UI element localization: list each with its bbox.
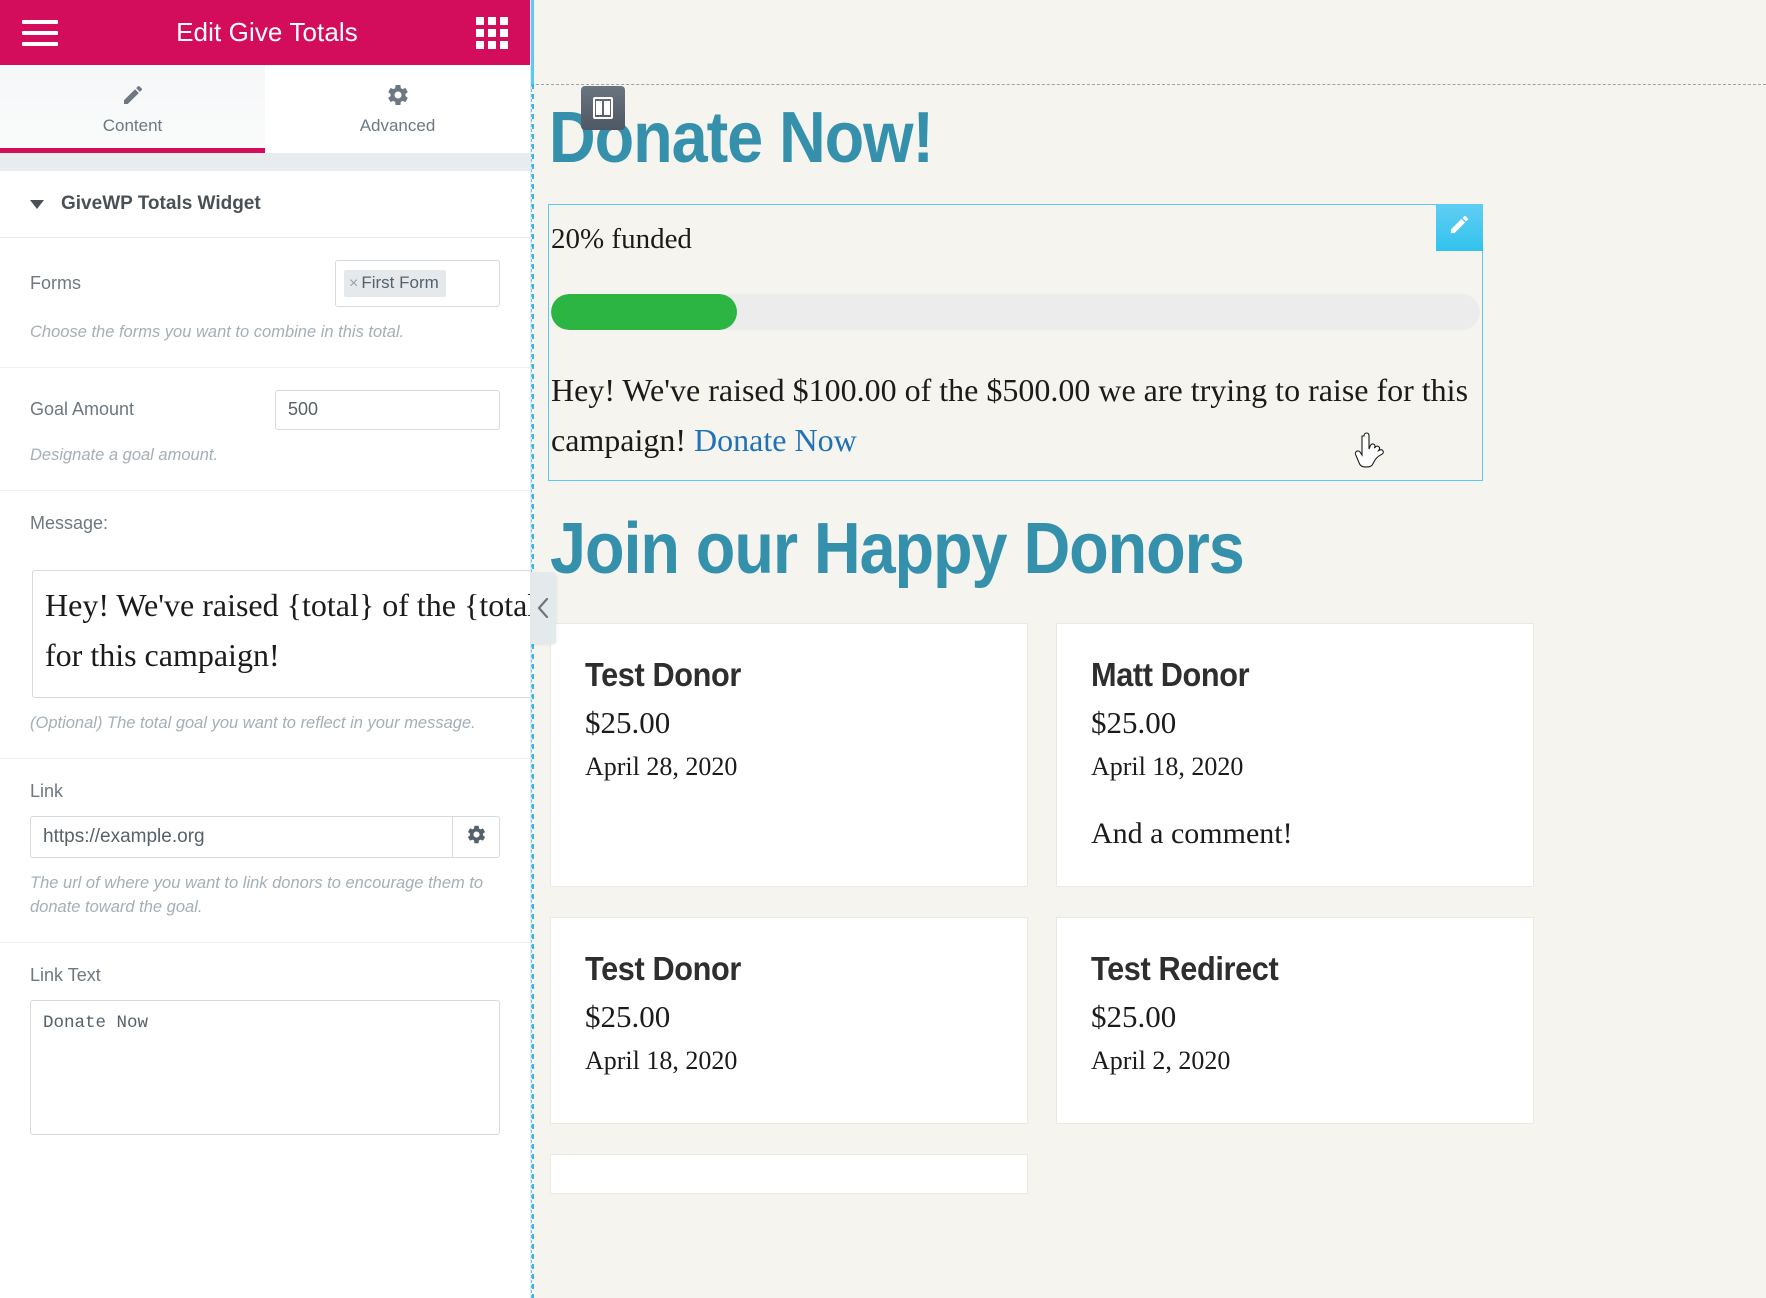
donor-date: April 28, 2020 xyxy=(585,752,738,782)
goal-amount-label: Goal Amount xyxy=(30,399,135,420)
panel-body: GiveWP Totals Widget Forms × First Form C… xyxy=(0,171,530,1298)
donate-now-link[interactable]: Donate Now xyxy=(694,422,857,458)
link-options-button[interactable] xyxy=(452,815,500,858)
goal-amount-input[interactable] xyxy=(275,389,500,430)
donor-comment: And a comment! xyxy=(1091,817,1293,851)
tab-advanced[interactable]: Advanced xyxy=(265,65,530,153)
totals-message: Hey! We've raised $100.00 of the $500.00… xyxy=(551,366,1476,466)
donor-date: April 18, 2020 xyxy=(1091,752,1244,782)
donor-card: Test Redirect $25.00 April 2, 2020 xyxy=(1056,917,1534,1125)
donor-amount: $25.00 xyxy=(585,999,671,1035)
remove-token-icon[interactable]: × xyxy=(349,275,358,292)
goal-amount-description: Designate a goal amount. xyxy=(30,445,219,464)
givewp-totals-widget[interactable]: 20% funded Hey! We've raised $100.00 of … xyxy=(548,203,1483,482)
donor-amount: $25.00 xyxy=(1091,704,1177,740)
section-left-indicator xyxy=(531,0,534,84)
section-drag-handle[interactable] xyxy=(581,86,625,130)
control-forms: Forms × First Form Choose the forms you w… xyxy=(0,238,530,368)
totals-message-text: Hey! We've raised $100.00 of the $500.00… xyxy=(551,372,1469,459)
control-message: Message: (Optional) The total goal you w… xyxy=(0,491,530,759)
panel-header: Edit Give Totals xyxy=(0,0,530,65)
donor-amount: $25.00 xyxy=(585,704,671,740)
pencil-edit-icon xyxy=(1448,213,1471,241)
forms-description: Choose the forms you want to combine in … xyxy=(30,323,405,341)
donor-card-partial xyxy=(550,1154,1028,1195)
section-header-givewp-totals-widget[interactable]: GiveWP Totals Widget xyxy=(0,171,530,238)
control-goal-amount: Goal Amount Designate a goal amount. xyxy=(0,368,530,491)
hamburger-icon[interactable] xyxy=(22,19,58,46)
page-content: Donate Now! 20% funded Hey! We've raised… xyxy=(548,84,1766,1298)
grid-apps-icon[interactable] xyxy=(475,16,508,49)
tab-content-label: Content xyxy=(102,115,163,135)
page-title: Donate Now! xyxy=(548,98,934,178)
donor-name: Matt Donor xyxy=(1091,655,1250,693)
donor-date: April 18, 2020 xyxy=(585,1046,738,1076)
forms-token-label: First Form xyxy=(361,273,439,292)
donors-heading: Join our Happy Donors xyxy=(550,509,1245,590)
link-label: Link xyxy=(30,780,64,801)
tab-content[interactable]: Content xyxy=(0,65,265,153)
message-description: (Optional) The total goal you want to re… xyxy=(30,713,476,732)
forms-token[interactable]: × First Form xyxy=(344,270,446,297)
donor-cards-grid: Test Donor $25.00 April 28, 2020 Matt Do… xyxy=(550,622,1540,1195)
control-link: Link The url of where you want to link d… xyxy=(0,759,530,943)
donor-amount: $25.00 xyxy=(1091,999,1177,1035)
elementor-editor: Edit Give Totals Content Advanced GiveWP… xyxy=(0,0,1766,1298)
donor-date: April 2, 2020 xyxy=(1091,1046,1231,1076)
gear-icon xyxy=(386,83,410,107)
columns-layout-icon xyxy=(593,97,613,119)
gear-icon xyxy=(466,824,487,850)
donor-card: Test Donor $25.00 April 18, 2020 xyxy=(550,917,1028,1125)
link-text-textarea[interactable] xyxy=(30,999,500,1135)
chevron-left-icon xyxy=(537,598,550,618)
link-description: The url of where you want to link donors… xyxy=(30,873,484,916)
preview-canvas: Donate Now! 20% funded Hey! We've raised… xyxy=(531,0,1766,1298)
donor-name: Test Redirect xyxy=(1091,950,1279,988)
donor-name: Test Donor xyxy=(585,655,741,693)
panel-title: Edit Give Totals xyxy=(176,17,358,47)
section-left-dashes xyxy=(532,84,534,1298)
chevron-down-icon xyxy=(30,199,44,209)
donor-name: Test Donor xyxy=(585,950,741,988)
link-url-input[interactable] xyxy=(30,815,452,858)
message-textarea[interactable] xyxy=(32,569,530,698)
section-title: GiveWP Totals Widget xyxy=(61,193,261,214)
editor-panel: Edit Give Totals Content Advanced GiveWP… xyxy=(0,0,531,1298)
message-label: Message: xyxy=(30,512,109,533)
widget-edit-button[interactable] xyxy=(1436,203,1483,251)
progress-bar-fill xyxy=(551,294,737,331)
tab-advanced-label: Advanced xyxy=(359,115,436,135)
link-text-label: Link Text xyxy=(30,964,101,985)
donor-card: Matt Donor $25.00 April 18, 2020 And a c… xyxy=(1056,622,1534,888)
panel-divider xyxy=(0,153,530,171)
forms-select[interactable]: × First Form xyxy=(335,260,500,307)
panel-collapse-handle[interactable] xyxy=(531,572,556,644)
progress-bar-track xyxy=(551,294,1480,331)
percent-funded-label: 20% funded xyxy=(551,222,692,255)
donor-card: Test Donor $25.00 April 28, 2020 xyxy=(550,622,1028,888)
pencil-icon xyxy=(121,83,145,107)
panel-tabs: Content Advanced xyxy=(0,65,530,153)
control-link-text: Link Text xyxy=(0,943,530,1157)
forms-label: Forms xyxy=(30,273,81,293)
